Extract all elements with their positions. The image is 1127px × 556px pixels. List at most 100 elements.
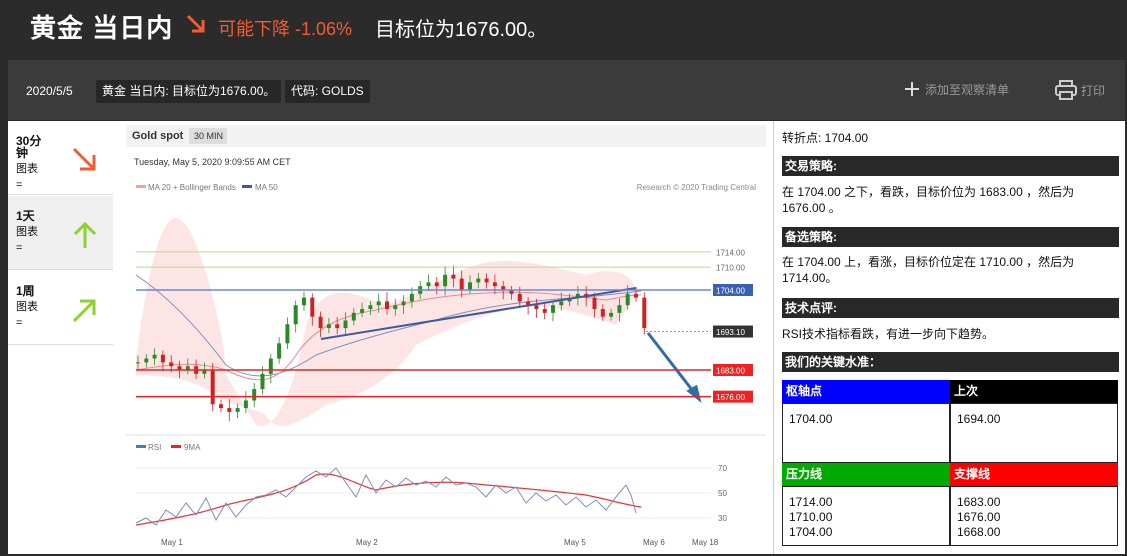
chart-canvas: Gold spot 30 MIN Tuesday, May 5, 2020 9:… [126, 125, 766, 547]
candle-body [459, 278, 464, 290]
candle-body [227, 408, 232, 412]
level-label: 1693.10 [716, 328, 745, 337]
candle-body [335, 324, 340, 329]
resistance-values: 1714.00 1710.00 1704.00 [782, 486, 950, 546]
timeframe-sub: 图表 [16, 226, 38, 238]
key-levels-table: 枢轴点 上次 1704.00 1694.00 压力线 支撑线 1714.00 1… [782, 380, 1118, 550]
arrow-down-right-icon [186, 14, 205, 33]
level-label: 1676.00 [716, 393, 745, 402]
candle-body [517, 293, 522, 302]
legend-rsi: RSI [148, 443, 161, 452]
last-value: 1694.00 [950, 403, 1118, 463]
timeframe-sub2: = [16, 317, 23, 329]
candle-body [310, 297, 315, 317]
timeframe-sidebar: 30分钟 图表 = 1天 图表 = 1周 图表 = [8, 121, 113, 554]
key-levels-heading: 我们的关键水准： [782, 352, 1119, 372]
price-chart: Gold spot 30 MIN Tuesday, May 5, 2020 9:… [126, 125, 766, 553]
candle-body [385, 301, 389, 310]
arrow-up-icon [73, 221, 97, 248]
timeframe-label: 30分钟 [16, 134, 42, 160]
x-tick-label: May 1 [161, 538, 183, 547]
page-header: 黄金 当日内 可能下降 -1.06% 目标位为1676.00。 [0, 0, 1127, 50]
candle-body [318, 316, 323, 329]
candle-body [426, 282, 431, 287]
candle-body [484, 278, 489, 283]
candle-body [409, 293, 414, 302]
candle-body [285, 324, 290, 344]
timeframe-sub2: = [16, 242, 23, 254]
x-tick-label: May 6 [643, 538, 665, 547]
alt-strategy-heading: 备选策略: [782, 227, 1119, 247]
support-values: 1683.00 1676.00 1668.00 [950, 486, 1118, 546]
alt-strategy-text: 在 1704.00 上，看涨，目标价位定在 1710.00 ，然后为 1714.… [782, 255, 1075, 285]
candle-body [642, 297, 647, 329]
rsi-tick-label: 50 [718, 489, 727, 498]
candle-body [252, 389, 257, 401]
comment-heading: 技术点评: [782, 298, 1119, 318]
support-header: 支撑线 [950, 463, 1118, 486]
candle-body [542, 309, 547, 313]
candle-body [302, 297, 306, 306]
pivot-header: 枢轴点 [782, 380, 950, 403]
timestamp-label: Tuesday, May 5, 2020 9:09:55 AM CET [134, 157, 291, 167]
candle-body [293, 305, 298, 325]
candle-body [343, 320, 348, 329]
timeframe-1day[interactable]: 1天 图表 = [8, 196, 113, 270]
info-bar: 2020/5/5 黄金 当日内: 目标位为1676.00。 代码: GOLDS … [8, 60, 1125, 120]
timeframe-1week[interactable]: 1周 图表 = [8, 271, 113, 345]
legend-ma50: MA 50 [255, 183, 278, 192]
date-label: 2020/5/5 [26, 84, 73, 98]
rsi-tick-label: 70 [718, 464, 727, 473]
candle-body [160, 354, 165, 363]
candle-body [451, 274, 456, 279]
x-tick-label: May 18 [692, 538, 719, 547]
candle-body [609, 312, 614, 317]
description-chip: 黄金 当日内: 目标位为1676.00。 [96, 80, 282, 103]
timeframe-label: 1周 [16, 284, 35, 298]
arrow-down-right-icon [72, 147, 96, 171]
pivot-value: 1704.00 [782, 403, 950, 463]
resistance-1: 1714.00 [789, 495, 833, 509]
resistance-header: 压力线 [782, 463, 950, 486]
candle-body [219, 404, 223, 409]
interval-label: 30 MIN [194, 131, 223, 141]
rsi-tick-label: 30 [718, 514, 727, 523]
add-to-watchlist-button[interactable]: 添加至观察清单 [903, 80, 1009, 98]
candle-body [534, 305, 539, 310]
legend-9ma: 9MA [184, 443, 201, 452]
candle-body [235, 408, 240, 412]
credit-label: Research © 2020 Trading Central [637, 183, 757, 192]
candle-body [376, 301, 381, 306]
candle-body [476, 278, 481, 283]
candle-body [617, 305, 622, 313]
candle-body [210, 370, 215, 405]
trend-label: 可能下降 -1.06% [218, 19, 353, 39]
candle-body [592, 297, 597, 310]
x-tick-label: May 5 [564, 538, 586, 547]
level-label: 1714.00 [716, 248, 745, 257]
candle-body [144, 358, 149, 363]
candle-body [634, 293, 638, 298]
page-title: 黄金 当日内 [30, 13, 174, 43]
candle-body [152, 354, 157, 359]
main-panel: 30分钟 图表 = 1天 图表 = 1周 图表 = Gold spot 30 M… [8, 121, 1125, 554]
comment-text: RSI技术指标看跌，有进一步向下趋势。 [782, 327, 995, 341]
print-button[interactable]: 打印 [1055, 80, 1105, 100]
timeframe-30min[interactable]: 30分钟 图表 = [8, 121, 113, 195]
candle-body [625, 293, 630, 306]
watchlist-label: 添加至观察清单 [925, 82, 1010, 97]
candle-body [468, 282, 472, 290]
arrow-up-right-icon [72, 299, 96, 323]
level-label: 1704.00 [716, 287, 745, 296]
analysis-panel: 转折点: 1704.00 交易策略: 在 1704.00 之下，看跌，目标价位为… [773, 121, 1125, 554]
candle-body [243, 400, 248, 409]
candle-body [434, 282, 439, 287]
resistance-2: 1710.00 [789, 510, 833, 524]
candle-body [559, 301, 564, 306]
strategy-heading: 交易策略: [782, 156, 1119, 176]
timeframe-label: 1天 [16, 209, 35, 223]
candle-body [551, 305, 555, 313]
candle-body [360, 309, 365, 313]
candle-body [393, 305, 398, 310]
timeframe-sub2: = [16, 179, 23, 191]
